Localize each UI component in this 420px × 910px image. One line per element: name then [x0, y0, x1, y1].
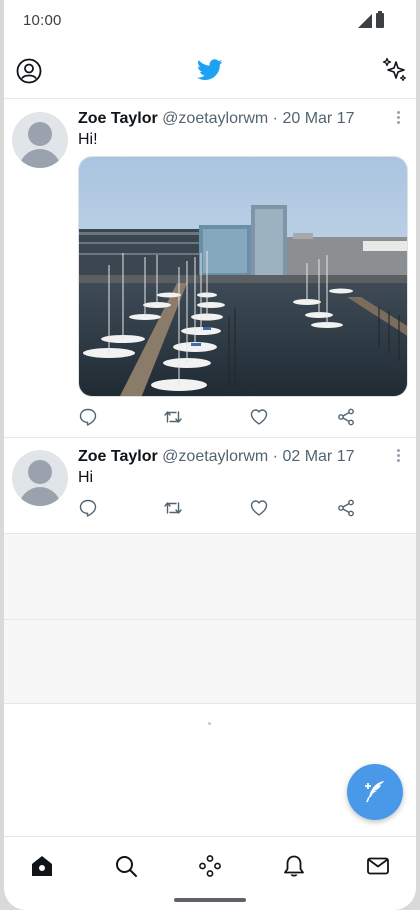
- home-timeline[interactable]: Zoe Taylor @zoetaylorwm · 20 Mar 17 Hi!: [4, 100, 416, 704]
- harbor-photo: [79, 157, 407, 396]
- tweet-date: 02 Mar 17: [282, 448, 355, 465]
- share-icon[interactable]: [336, 407, 356, 427]
- tweet-author-name[interactable]: Zoe Taylor: [78, 110, 158, 127]
- retweet-icon[interactable]: [163, 407, 183, 427]
- sparkle-icon[interactable]: [382, 57, 408, 83]
- tweet-header: Zoe Taylor @zoetaylorwm · 20 Mar 17: [78, 110, 355, 128]
- tweet-text: Hi!: [78, 131, 98, 148]
- timeline-placeholder: [4, 620, 416, 704]
- like-icon[interactable]: [249, 407, 269, 427]
- compose-tweet-button[interactable]: [347, 764, 403, 820]
- top-app-bar: [4, 42, 416, 99]
- share-icon[interactable]: [336, 498, 356, 518]
- avatar[interactable]: [12, 450, 68, 506]
- retweet-icon[interactable]: [163, 498, 183, 518]
- tweet-header: Zoe Taylor @zoetaylorwm · 02 Mar 17: [78, 448, 355, 466]
- compose-tweet-icon: [365, 781, 384, 803]
- spaces-icon[interactable]: [198, 854, 222, 878]
- tweet-date: 20 Mar 17: [282, 110, 355, 127]
- notifications-icon[interactable]: [282, 854, 306, 878]
- gesture-navigation-handle[interactable]: [174, 898, 246, 902]
- tweet[interactable]: Zoe Taylor @zoetaylorwm · 02 Mar 17 Hi: [4, 438, 416, 534]
- phone-screen: 10:00 Zoe Taylor @zoetaylorwm · 20 Mar 1…: [4, 0, 416, 910]
- tweet-author-handle: @zoetaylorwm: [162, 448, 269, 465]
- home-icon[interactable]: [30, 854, 54, 878]
- avatar[interactable]: [12, 112, 68, 168]
- loading-indicator: [208, 722, 211, 725]
- more-options-icon[interactable]: [394, 449, 402, 465]
- tweet-separator: ·: [272, 110, 278, 127]
- avatar-body: [19, 487, 61, 506]
- tweet[interactable]: Zoe Taylor @zoetaylorwm · 20 Mar 17 Hi!: [4, 100, 416, 438]
- avatar-head: [28, 122, 52, 146]
- status-time: 10:00: [23, 12, 62, 29]
- tweet-media-photo[interactable]: [78, 156, 408, 397]
- reply-icon[interactable]: [78, 407, 98, 427]
- tweet-author-name[interactable]: Zoe Taylor: [78, 448, 158, 465]
- status-bar: 10:00: [4, 0, 416, 42]
- profile-icon[interactable]: [16, 58, 42, 84]
- tweet-author-handle: @zoetaylorwm: [162, 110, 269, 127]
- timeline-placeholder: [4, 534, 416, 620]
- avatar-head: [28, 460, 52, 484]
- avatar-body: [19, 149, 61, 168]
- reply-icon[interactable]: [78, 498, 98, 518]
- tweet-separator: ·: [272, 448, 278, 465]
- twitter-bird-icon: [197, 59, 223, 80]
- signal-icon: [358, 14, 372, 28]
- bottom-navigation: [4, 836, 416, 892]
- more-options-icon[interactable]: [394, 111, 402, 127]
- tweet-actions: [78, 498, 408, 518]
- like-icon[interactable]: [249, 498, 269, 518]
- battery-icon: [376, 11, 384, 28]
- tweet-text: Hi: [78, 469, 94, 486]
- messages-icon[interactable]: [366, 854, 390, 878]
- tweet-actions: [78, 407, 408, 427]
- search-icon[interactable]: [114, 854, 138, 878]
